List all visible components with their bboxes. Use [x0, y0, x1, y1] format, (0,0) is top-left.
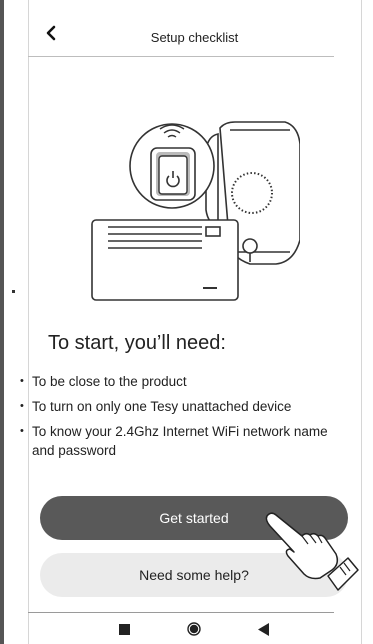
frame-right-border: [361, 0, 362, 644]
triangle-back-icon[interactable]: [258, 623, 270, 636]
requirements-list: To be close to the product To turn on on…: [20, 372, 360, 466]
header-divider: [28, 56, 334, 57]
pointing-hand-icon: [262, 506, 360, 596]
square-icon[interactable]: [119, 624, 130, 635]
left-edge-line: [0, 0, 4, 644]
page-title: Setup checklist: [150, 30, 239, 45]
nav-bar-divider: [28, 612, 334, 613]
intro-heading: To start, you’ll need:: [48, 332, 226, 354]
list-item: To turn on only one Tesy unattached devi…: [20, 397, 360, 416]
frame-left-border: [28, 0, 29, 644]
device-setup-illustration: [90, 100, 301, 305]
header: Setup checklist: [28, 18, 361, 56]
edge-dot: [12, 290, 15, 293]
list-item-line: and password: [32, 443, 117, 458]
list-item-line: To know your 2.4Ghz Internet WiFi networ…: [32, 424, 328, 439]
list-item: To know your 2.4Ghz Internet WiFi networ…: [20, 422, 360, 460]
list-item: To be close to the product: [20, 372, 360, 391]
circle-icon[interactable]: [187, 622, 201, 636]
